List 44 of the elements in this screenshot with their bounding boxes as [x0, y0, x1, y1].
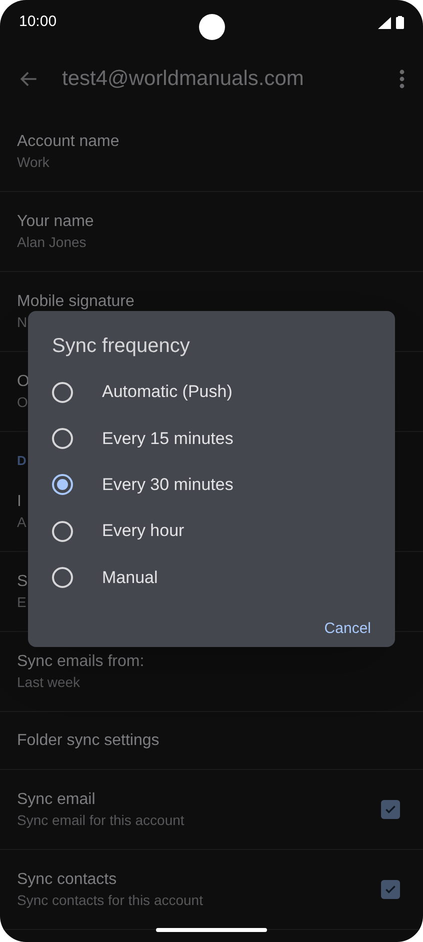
radio-button[interactable]	[52, 428, 73, 449]
setting-title: Your name	[17, 212, 94, 232]
setting-value: E	[17, 592, 26, 612]
radio-option[interactable]: Every 15 minutes	[52, 415, 371, 462]
dialog-title: Sync frequency	[52, 334, 190, 359]
setting-value: Work	[17, 152, 50, 172]
setting-value: Sync email for this account	[17, 810, 184, 830]
setting-title: I	[17, 492, 22, 512]
radio-button[interactable]	[52, 474, 73, 496]
setting-value: O	[17, 392, 28, 412]
settings-item[interactable]: Sync email Sync email for this account	[0, 770, 423, 850]
check-icon	[384, 883, 397, 896]
header-title: test4@worldmanuals.com	[62, 66, 305, 92]
setting-title: Account name	[17, 132, 120, 152]
radio-button[interactable]	[52, 520, 73, 542]
settings-item[interactable]: Account name Work	[0, 112, 423, 192]
setting-value: A	[17, 512, 26, 532]
setting-title: Mobile signature	[17, 292, 134, 312]
setting-title: Sync email	[17, 790, 96, 810]
checkbox[interactable]	[381, 800, 400, 819]
radio-option[interactable]: Every hour	[52, 508, 371, 554]
settings-item[interactable]: Folder sync settings	[0, 712, 423, 770]
radio-button[interactable]	[52, 566, 73, 588]
setting-value: Sync contacts for this account	[17, 890, 203, 910]
checkbox[interactable]	[381, 880, 400, 899]
status-time: 10:00	[19, 12, 57, 32]
radio-option[interactable]: Automatic (Push)	[52, 369, 371, 416]
camera-cutout	[199, 14, 225, 40]
setting-value: N	[17, 312, 28, 332]
battery-icon	[396, 16, 404, 29]
radio-button[interactable]	[52, 382, 73, 403]
setting-title: Folder sync settings	[17, 730, 160, 750]
section-header: D	[17, 452, 26, 470]
radio-option[interactable]: Manual	[52, 554, 371, 600]
setting-title: Sync emails from:	[17, 652, 144, 672]
radio-option[interactable]: Every 30 minutes	[52, 462, 371, 508]
more-icon[interactable]	[399, 68, 405, 88]
check-icon	[384, 803, 397, 816]
signal-icon	[378, 16, 391, 28]
settings-item[interactable]: Your name Alan Jones	[0, 192, 423, 272]
setting-value: Alan Jones	[17, 232, 86, 252]
setting-value: Last week	[17, 672, 80, 692]
setting-title: S	[17, 572, 28, 592]
setting-title: Sync contacts	[17, 870, 117, 890]
